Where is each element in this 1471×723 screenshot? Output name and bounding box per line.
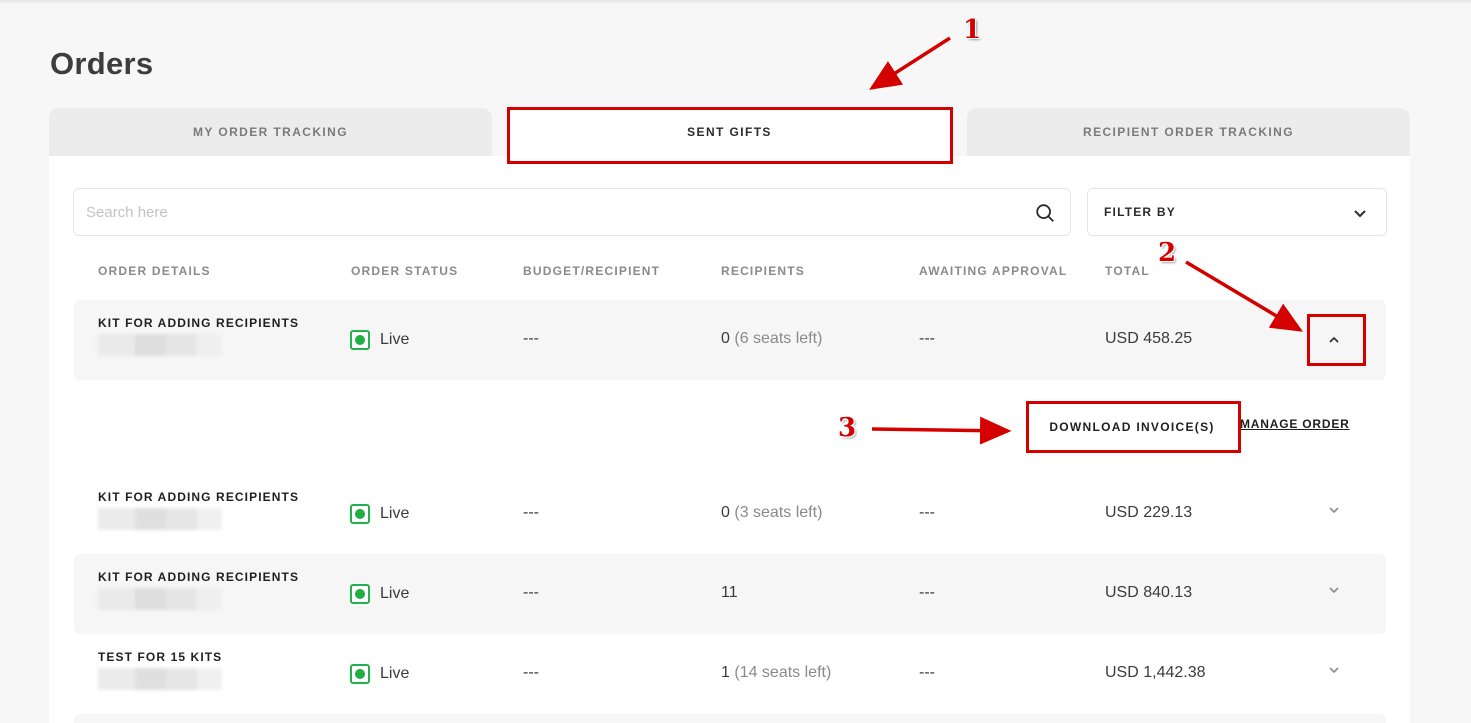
- chevron-down-icon: [1354, 210, 1366, 218]
- status-label: Live: [380, 585, 410, 602]
- order-name: TEST FOR 15 KITS: [98, 650, 223, 664]
- order-status: Live: [350, 664, 409, 684]
- awaiting-value: ---: [919, 584, 935, 601]
- annotation-number-2: 2: [1158, 238, 1177, 268]
- awaiting-value: ---: [919, 330, 935, 347]
- filter-label: FILTER BY: [1104, 205, 1176, 219]
- search-box: [73, 188, 1071, 236]
- chevron-down-icon[interactable]: [1326, 582, 1342, 598]
- budget-value: ---: [523, 330, 539, 347]
- live-status-icon: [350, 584, 370, 604]
- column-header-recipients: RECIPIENTS: [721, 264, 806, 278]
- column-header-budget-recipient: BUDGET/RECIPIENT: [523, 264, 661, 278]
- order-status: Live: [350, 504, 409, 524]
- awaiting-value: ---: [919, 504, 935, 521]
- recipients-value: 11: [721, 584, 738, 602]
- redacted-order-id: [98, 668, 222, 690]
- live-status-icon: [350, 504, 370, 524]
- table-row[interactable]: [74, 714, 1386, 723]
- live-status-icon: [350, 330, 370, 350]
- live-status-icon: [350, 664, 370, 684]
- total-value: USD 1,442.38: [1105, 664, 1206, 681]
- filter-dropdown[interactable]: FILTER BY: [1087, 188, 1387, 236]
- budget-value: ---: [523, 584, 539, 601]
- annotation-number-3: 3: [838, 413, 857, 443]
- table-row[interactable]: KIT FOR ADDING RECIPIENTS Live --- 0 (3 …: [74, 474, 1386, 554]
- order-status: Live: [350, 330, 409, 350]
- budget-value: ---: [523, 664, 539, 681]
- recipients-value: 0 (3 seats left): [721, 504, 822, 522]
- redacted-order-id: [98, 508, 222, 530]
- search-input[interactable]: [86, 189, 1016, 235]
- seats-left: (3 seats left): [734, 504, 823, 521]
- tab-recipient-order-tracking[interactable]: RECIPIENT ORDER TRACKING: [967, 108, 1410, 156]
- recipients-count: 11: [721, 584, 738, 601]
- tab-my-order-tracking[interactable]: MY ORDER TRACKING: [49, 108, 492, 156]
- recipients-count: 1: [721, 664, 730, 681]
- status-label: Live: [380, 331, 410, 348]
- order-name: KIT FOR ADDING RECIPIENTS: [98, 490, 300, 504]
- table-row[interactable]: TEST FOR 15 KITS Live --- 1 (14 seats le…: [74, 634, 1386, 714]
- seats-left: (14 seats left): [734, 664, 832, 681]
- annotation-arrow-1: [869, 36, 951, 90]
- chevron-up-icon[interactable]: [1326, 332, 1342, 348]
- tab-sent-gifts[interactable]: SENT GIFTS: [508, 108, 951, 156]
- column-header-order-status: ORDER STATUS: [351, 264, 459, 278]
- chevron-down-icon[interactable]: [1326, 502, 1342, 518]
- status-label: Live: [380, 505, 410, 522]
- tabs-bar: MY ORDER TRACKING SENT GIFTS RECIPIENT O…: [49, 108, 1410, 156]
- column-header-order-details: ORDER DETAILS: [98, 264, 211, 278]
- orders-panel: FILTER BY ORDER DETAILS ORDER STATUS BUD…: [49, 156, 1410, 723]
- redacted-order-id: [98, 588, 222, 610]
- manage-order-link[interactable]: MANAGE ORDER: [1240, 417, 1350, 431]
- recipients-value: 0 (6 seats left): [721, 330, 822, 348]
- seats-left: (6 seats left): [734, 330, 823, 347]
- annotation-number-1: 1: [963, 15, 982, 45]
- top-bar-shadow: [0, 0, 1471, 4]
- recipients-value: 1 (14 seats left): [721, 664, 831, 682]
- order-name: KIT FOR ADDING RECIPIENTS: [98, 570, 300, 584]
- column-header-awaiting-approval: AWAITING APPROVAL: [919, 264, 1068, 278]
- download-invoice-button[interactable]: DOWNLOAD INVOICE(S): [1032, 406, 1232, 448]
- chevron-down-icon[interactable]: [1326, 662, 1342, 678]
- budget-value: ---: [523, 504, 539, 521]
- total-value: USD 840.13: [1105, 584, 1193, 601]
- search-icon[interactable]: [1034, 202, 1056, 224]
- page-title: Orders: [50, 46, 154, 81]
- total-value: USD 458.25: [1105, 330, 1193, 347]
- order-actions: DOWNLOAD INVOICE(S) MANAGE ORDER: [74, 388, 1386, 468]
- awaiting-value: ---: [919, 664, 935, 681]
- status-label: Live: [380, 665, 410, 682]
- recipients-count: 0: [721, 504, 730, 521]
- recipients-count: 0: [721, 330, 730, 347]
- redacted-order-id: [98, 334, 222, 356]
- order-name: KIT FOR ADDING RECIPIENTS: [98, 316, 300, 330]
- table-row[interactable]: KIT FOR ADDING RECIPIENTS Live --- 0 (6 …: [74, 300, 1386, 380]
- column-header-total: TOTAL: [1105, 264, 1150, 278]
- table-row[interactable]: KIT FOR ADDING RECIPIENTS Live --- 11 --…: [74, 554, 1386, 634]
- order-status: Live: [350, 584, 409, 604]
- total-value: USD 229.13: [1105, 504, 1193, 521]
